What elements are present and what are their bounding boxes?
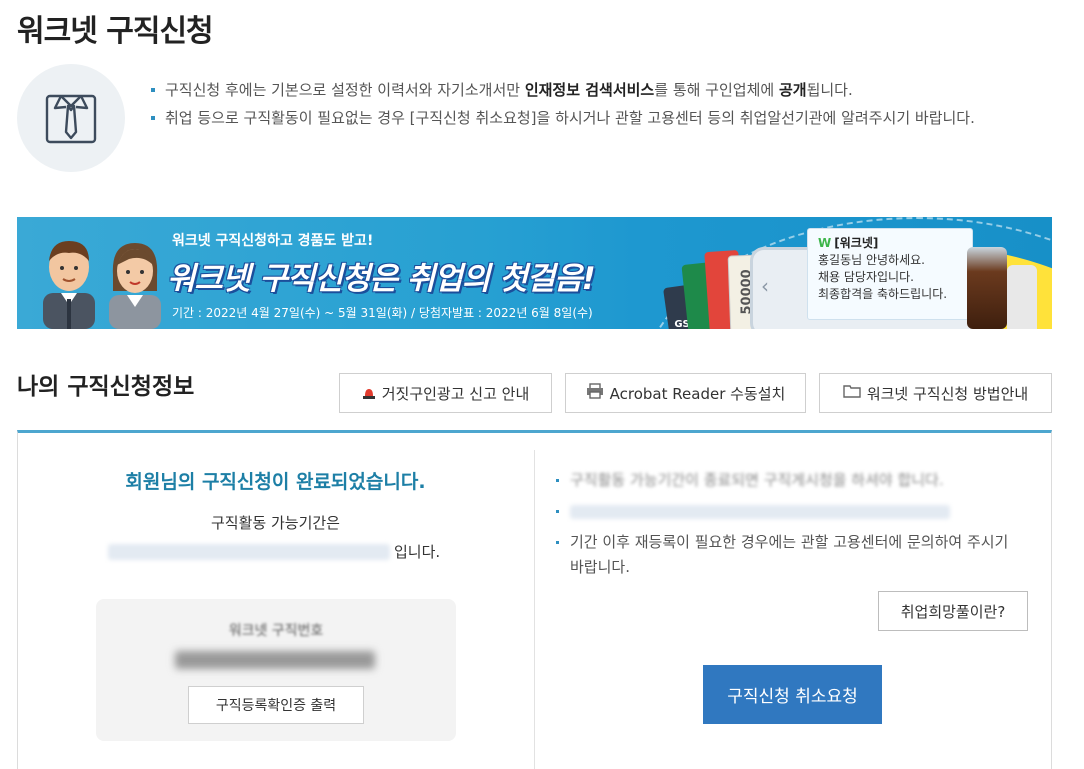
- page-title: 워크넷 구직신청: [17, 14, 214, 49]
- intro-notice-list: 구직신청 후에는 기본으로 설정한 이력서와 자기소개서만 인재정보 검색서비스…: [147, 78, 1057, 134]
- siren-icon: [362, 386, 376, 400]
- acrobat-install-button[interactable]: Acrobat Reader 수동설치: [565, 373, 806, 413]
- redacted-period: [108, 543, 390, 560]
- worknet-logo-icon: W: [818, 236, 832, 250]
- right-notice-list: 구직활동 가능기간이 종료되면 구직게시청을 하셔야 합니다. 기간 이후 재등…: [556, 468, 1026, 586]
- application-complete-message: 회원님의 구직신청이 완료되었습니다.: [125, 471, 426, 493]
- folder-icon: [843, 384, 861, 402]
- active-period-value: 입니다.: [108, 541, 440, 562]
- print-registration-certificate-button[interactable]: 구직등록확인증 출력: [188, 686, 364, 724]
- banner-subtitle: 워크넷 구직신청하고 경품도 받고!: [172, 233, 374, 249]
- printer-icon: [586, 383, 604, 403]
- chevron-left-icon: ‹: [761, 274, 769, 298]
- active-period-label: 구직활동 가능기간은: [211, 514, 340, 532]
- redacted-job-seeker-number: [175, 651, 375, 669]
- column-divider: [534, 450, 535, 769]
- banner-message-card: W [워크넷] 홍길동님 안녕하세요. 채용 담당자입니다. 최종합격을 축하드립…: [807, 228, 973, 320]
- fake-ad-report-button[interactable]: 거짓구인광고 신고 안내: [339, 373, 552, 413]
- intro-illustration: [17, 64, 125, 172]
- male-character-icon: [43, 241, 95, 329]
- banner-headline: 워크넷 구직신청은 취업의 첫걸음!: [167, 261, 596, 297]
- notice-item: 구직활동 가능기간이 종료되면 구직게시청을 하셔야 합니다.: [556, 468, 1026, 493]
- redacted-notice: [570, 504, 950, 519]
- search-service-highlight: 인재정보 검색서비스: [524, 81, 655, 99]
- event-banner[interactable]: 워크넷 구직신청하고 경품도 받고! 워크넷 구직신청은 취업의 첫걸음! 기간…: [17, 217, 1052, 329]
- job-hope-pool-button[interactable]: 취업희망풀이란?: [878, 591, 1028, 631]
- public-highlight: 공개: [778, 81, 807, 99]
- intro-notice-item: 취업 등으로 구직활동이 필요없는 경우 [구직신청 취소요청]을 하시거나 관…: [147, 106, 1057, 130]
- banner-period: 기간 : 2022년 4월 27일(수) ~ 5월 31일(화) / 당첨자발표…: [172, 306, 593, 320]
- shirt-tie-icon: [45, 94, 97, 144]
- apply-guide-button[interactable]: 워크넷 구직신청 방법안내: [819, 373, 1052, 413]
- cup-drink-illustration: [1007, 265, 1037, 329]
- section-title: 나의 구직신청정보: [17, 374, 195, 400]
- notice-item: [556, 499, 1026, 524]
- notice-item: 기간 이후 재등록이 필요한 경우에는 관할 고용센터에 문의하여 주시기 바랍…: [556, 530, 1026, 580]
- female-character-icon: [109, 243, 161, 329]
- cancel-application-button[interactable]: 구직신청 취소요청: [703, 665, 882, 724]
- intro-notice-item: 구직신청 후에는 기본으로 설정한 이력서와 자기소개서만 인재정보 검색서비스…: [147, 78, 1057, 102]
- job-seeker-number-label: 워크넷 구직번호: [228, 623, 324, 639]
- coffee-drink-illustration: [967, 247, 1007, 329]
